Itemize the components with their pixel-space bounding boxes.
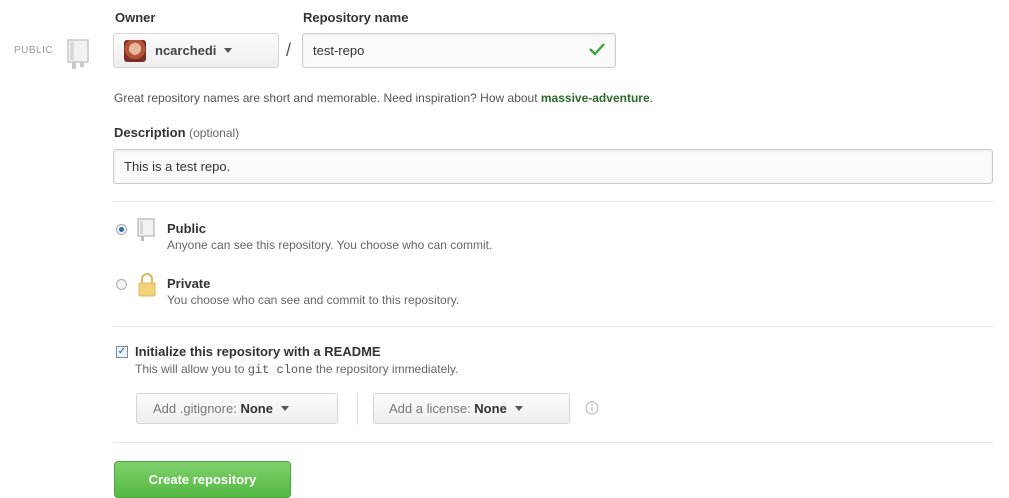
info-icon[interactable] bbox=[585, 401, 599, 418]
private-title: Private bbox=[167, 276, 211, 291]
divider-3 bbox=[113, 442, 993, 443]
dropdown-separator bbox=[357, 393, 358, 425]
description-input[interactable]: This is a test repo. bbox=[113, 149, 993, 184]
repo-book-icon bbox=[66, 38, 94, 73]
readme-checkbox[interactable]: ✓ bbox=[116, 346, 128, 358]
license-dropdown[interactable]: Add a license: None bbox=[373, 393, 570, 424]
visibility-tag: PUBLIC bbox=[14, 45, 54, 56]
owner-username: ncarchedi bbox=[155, 43, 217, 58]
private-desc: You choose who can see and commit to thi… bbox=[167, 293, 460, 307]
readme-title: Initialize this repository with a README bbox=[135, 344, 381, 359]
public-desc: Anyone can see this repository. You choo… bbox=[167, 238, 493, 252]
name-suggestion-link[interactable]: massive-adventure bbox=[541, 91, 650, 105]
readme-desc-prefix: This will allow you to bbox=[135, 362, 248, 376]
description-value: This is a test repo. bbox=[124, 159, 231, 174]
owner-dropdown[interactable]: ncarchedi bbox=[113, 33, 279, 68]
repo-name-value: test-repo bbox=[313, 43, 365, 58]
repo-name-label: Repository name bbox=[303, 10, 409, 25]
readme-desc-suffix: the repository immediately. bbox=[312, 362, 459, 376]
gitignore-label: Add .gitignore: bbox=[153, 401, 237, 416]
lock-icon bbox=[137, 272, 157, 301]
divider-2 bbox=[113, 326, 993, 327]
license-label: Add a license: bbox=[389, 401, 471, 416]
create-repository-label: Create repository bbox=[148, 472, 257, 487]
create-repository-button[interactable]: Create repository bbox=[114, 461, 291, 498]
gitignore-value: None bbox=[240, 401, 273, 416]
owner-label: Owner bbox=[115, 10, 156, 25]
private-radio[interactable] bbox=[116, 279, 127, 290]
repo-name-input[interactable]: test-repo bbox=[302, 33, 616, 68]
description-label-text: Description bbox=[114, 125, 186, 140]
description-optional: (optional) bbox=[189, 126, 240, 140]
license-value: None bbox=[474, 401, 507, 416]
public-radio[interactable] bbox=[116, 224, 127, 235]
chevron-down-icon bbox=[224, 48, 233, 53]
chevron-down-icon bbox=[280, 406, 289, 411]
check-icon bbox=[589, 42, 605, 59]
owner-repo-separator: / bbox=[286, 40, 292, 60]
readme-desc: This will allow you to git clone the rep… bbox=[135, 362, 458, 377]
repo-name-hint: Great repository names are short and mem… bbox=[114, 91, 653, 105]
user-avatar bbox=[124, 39, 146, 62]
readme-desc-code: git clone bbox=[247, 363, 313, 377]
divider-1 bbox=[113, 201, 993, 202]
gitignore-dropdown[interactable]: Add .gitignore: None bbox=[136, 393, 338, 424]
public-title: Public bbox=[167, 221, 207, 236]
hint-suffix: . bbox=[649, 91, 653, 105]
public-repo-icon bbox=[136, 218, 158, 245]
hint-text: Great repository names are short and mem… bbox=[114, 91, 541, 105]
description-label: Description (optional) bbox=[114, 125, 239, 140]
chevron-down-icon bbox=[514, 406, 523, 411]
